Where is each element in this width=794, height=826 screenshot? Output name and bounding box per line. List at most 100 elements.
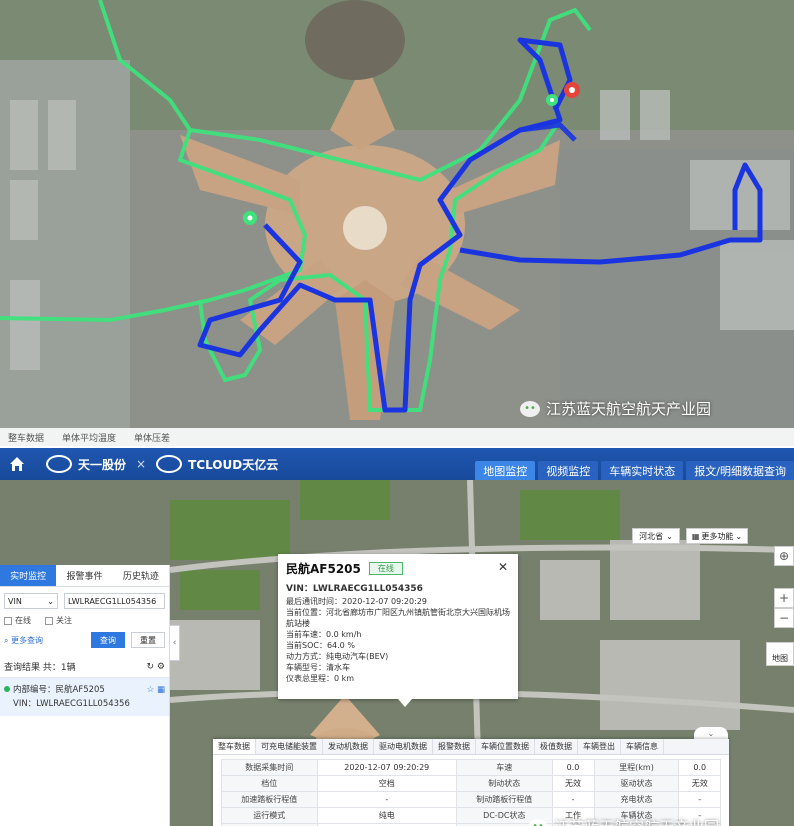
brand-tianyi: 天一股份 xyxy=(78,457,127,472)
table-value-cell: 纯电 xyxy=(316,807,458,824)
popup-model: 车辆型号：清水车 xyxy=(286,663,350,672)
tab-video-monitoring[interactable]: 视频监控 xyxy=(538,461,599,480)
gear-icon[interactable]: ⚙ xyxy=(157,662,165,672)
tab-vehicle-data[interactable]: 整车数据 xyxy=(213,739,256,754)
home-icon[interactable] xyxy=(8,455,26,473)
province-value: 河北省 xyxy=(639,531,664,541)
table-value-cell: - xyxy=(316,791,458,808)
table-value-cell: 0.0 xyxy=(678,759,721,776)
popup-speed: 当前车速：0.0 km/h xyxy=(286,630,362,639)
checkbox-icon xyxy=(45,616,53,625)
table-value-cell: 0.0 xyxy=(551,759,595,776)
table-value-cell: 2020-12-07 09:20:29 xyxy=(316,759,458,776)
province-select[interactable]: 河北省 ⌄ xyxy=(632,528,680,544)
sidebar: 实时监控 报警事件 历史轨迹 VIN ⌄ LWLRAECG1LL054356 在… xyxy=(0,565,170,826)
tab-vehicle-logout[interactable]: 车辆登出 xyxy=(578,739,621,754)
follow-checkbox[interactable]: 关注 xyxy=(45,615,72,626)
minus-icon: − xyxy=(778,611,790,625)
top-photo-tabs: 整车数据 单体平均温度 单体压差 xyxy=(0,428,794,446)
table-row: 数据采集时间 2020-12-07 09:20:29 车速 0.0 里程(km) 0.0 xyxy=(221,759,721,776)
online-checkbox[interactable]: 在线 xyxy=(4,615,31,626)
result-vin: VIN：LWLRAECG1LL054356 xyxy=(13,699,130,709)
table-value-cell: 空档 xyxy=(316,775,458,792)
tab-extreme-data[interactable]: 极值数据 xyxy=(535,739,578,754)
table-key-cell: 数据采集时间 xyxy=(221,759,318,776)
list-item[interactable]: 内部编号：民航AF5205 ☆ ▦ VIN：LWLRAECG1LL054356 xyxy=(0,678,169,716)
tab-message-query[interactable]: 报文/明细数据查询 xyxy=(686,461,794,480)
chevron-left-icon: ‹ xyxy=(172,638,177,648)
top-tab-avg-temp[interactable]: 单体平均温度 xyxy=(62,431,116,444)
plus-icon: + xyxy=(778,591,790,605)
status-badge: 在线 xyxy=(368,562,403,575)
tab-motor-data[interactable]: 驱动电机数据 xyxy=(374,739,433,754)
popup-location: 当前位置：河北省廊坊市广阳区九州镇航管街北京大兴国际机场航站楼 xyxy=(286,608,510,628)
map-type-button[interactable]: 地图 xyxy=(766,642,794,666)
tab-vehicle-info[interactable]: 车辆信息 xyxy=(621,739,664,754)
online-dot-icon xyxy=(4,686,10,692)
tab-realtime-monitor[interactable]: 实时监控 xyxy=(0,565,57,586)
close-icon[interactable]: ✕ xyxy=(498,560,508,574)
search-type-value: VIN xyxy=(8,596,22,606)
table-value-cell: 无效 xyxy=(551,775,595,792)
map-type-label: 地图 xyxy=(772,654,788,663)
table-row: 档位 空档 制动状态 无效 驱动状态 无效 xyxy=(221,775,721,792)
more-query-link[interactable]: ⌕ 更多查询 xyxy=(4,635,85,646)
tab-alarm-data[interactable]: 报警数据 xyxy=(433,739,476,754)
panel-toggle-button[interactable]: ⌄ xyxy=(694,727,728,739)
tianyi-logo-icon xyxy=(46,455,72,473)
tab-location-data[interactable]: 车辆位置数据 xyxy=(476,739,535,754)
data-panel-tabs: 整车数据 可充电储能装置 发动机数据 驱动电机数据 报警数据 车辆位置数据 极值… xyxy=(213,739,729,755)
wechat-icon: •• xyxy=(520,400,540,417)
satellite-map[interactable]: 河北省 ⌄ ▦ 更多功能 ⌄ ⊕ + − 地图 民航AF5205 在线 ✕ VI… xyxy=(0,480,794,826)
crosshair-icon: ⊕ xyxy=(778,549,790,563)
main-nav: 地图监控 视频监控 车辆实时状态 报文/明细数据查询 xyxy=(475,461,794,480)
zoom-in-button[interactable]: + xyxy=(774,588,794,608)
tab-energy-storage[interactable]: 可充电储能装置 xyxy=(256,739,323,754)
tab-map-monitoring[interactable]: 地图监控 xyxy=(475,461,536,480)
top-tab-vehicle-data[interactable]: 整车数据 xyxy=(8,431,44,444)
watermark: •• 江苏蓝天航空航天产业园 xyxy=(520,398,711,419)
tab-engine-data[interactable]: 发动机数据 xyxy=(323,739,374,754)
table-row: 加速踏板行程值 - 制动踏板行程值 - 充电状态 - xyxy=(221,791,721,808)
search-icon: ⌕ xyxy=(4,635,9,645)
tab-alarm-events[interactable]: 报警事件 xyxy=(56,565,112,586)
table-value-cell: - xyxy=(678,791,721,808)
vin-search-input[interactable]: LWLRAECG1LL054356 xyxy=(64,593,165,609)
top-tab-voltage-diff[interactable]: 单体压差 xyxy=(134,431,170,444)
refresh-icon[interactable]: ↻ xyxy=(147,662,155,672)
popup-vin: VIN：LWLRAECG1LL054356 xyxy=(286,584,423,594)
brand-tcloud: TCLOUD天亿云 xyxy=(188,457,279,472)
reset-button[interactable]: 重置 xyxy=(131,632,165,648)
result-internal-no: 内部编号：民航AF5205 xyxy=(13,685,105,695)
table-key-cell: 制动踏板行程值 xyxy=(456,791,553,808)
brand: 天一股份 × TCLOUD天亿云 xyxy=(46,455,278,473)
online-label: 在线 xyxy=(15,616,31,625)
table-key-cell: 档位 xyxy=(221,775,318,792)
table-key-cell: 充电状态 xyxy=(593,791,680,808)
popup-last-comm: 最后通讯时间：2020-12-07 09:20:29 xyxy=(286,597,427,606)
more-functions-button[interactable]: ▦ 更多功能 ⌄ xyxy=(686,528,748,544)
chevron-down-icon: ⌄ xyxy=(666,531,673,541)
star-icon[interactable]: ☆ xyxy=(147,685,155,695)
table-key-cell: 运行模式 xyxy=(221,807,318,824)
sidebar-collapse-button[interactable]: ‹ xyxy=(170,625,180,661)
table-value-cell: - xyxy=(551,791,595,808)
popup-odometer: 仪表总里程：0 km xyxy=(286,674,355,683)
query-button[interactable]: 查询 xyxy=(91,632,125,648)
popup-power-type: 动力方式：纯电动汽车(BEV) xyxy=(286,652,389,661)
table-key-cell: 驱动状态 xyxy=(593,775,680,792)
table-value-cell: 无效 xyxy=(678,775,721,792)
tab-history-track[interactable]: 历史轨迹 xyxy=(113,565,169,586)
popup-title: 民航AF5205 xyxy=(286,562,361,576)
grid-icon[interactable]: ▦ xyxy=(157,685,165,695)
locate-button[interactable]: ⊕ xyxy=(774,546,794,566)
zoom-out-button[interactable]: − xyxy=(774,608,794,628)
checkbox-icon xyxy=(4,616,12,625)
watermark-text-bottom: 江苏蓝天航空航天产业园 xyxy=(554,816,719,826)
search-type-select[interactable]: VIN ⌄ xyxy=(4,593,58,609)
table-key-cell: 里程(km) xyxy=(593,759,680,776)
app-header: 天一股份 × TCLOUD天亿云 地图监控 视频监控 车辆实时状态 报文/明细数… xyxy=(0,448,794,480)
aerial-route-photo: •• 江苏蓝天航空航天产业园 整车数据 单体平均温度 单体压差 xyxy=(0,0,794,446)
tab-vehicle-realtime[interactable]: 车辆实时状态 xyxy=(601,461,684,480)
wechat-icon: •• xyxy=(528,818,548,826)
